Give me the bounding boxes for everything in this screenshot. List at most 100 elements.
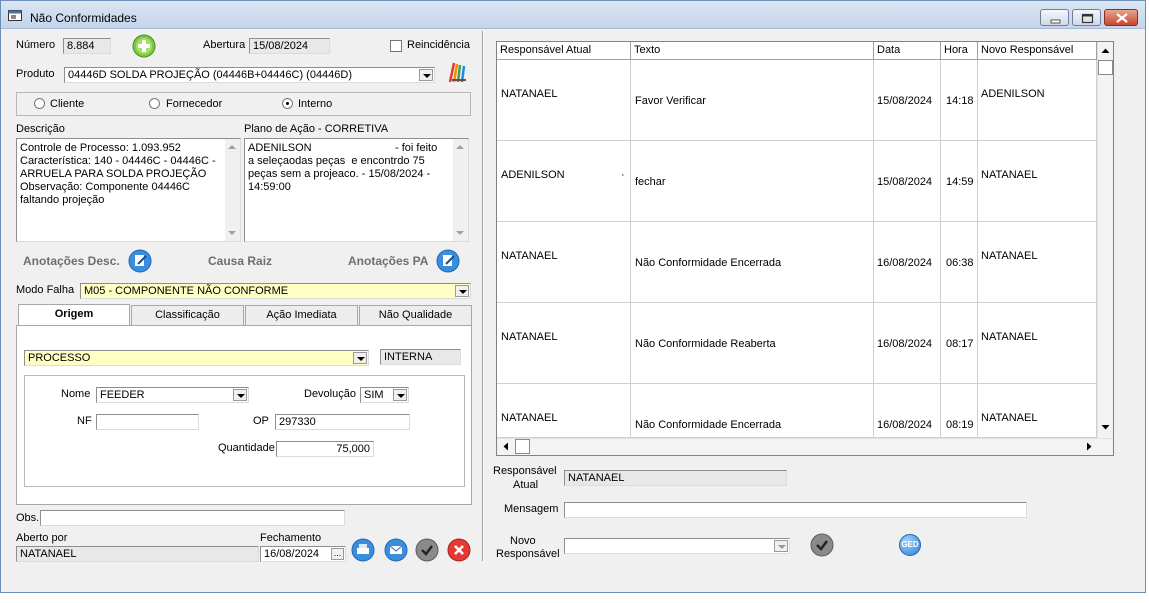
close-window-button[interactable]: [1104, 9, 1138, 26]
grid-cell[interactable]: 16/08/2024: [874, 222, 941, 303]
arrow-down-icon: [1101, 425, 1110, 430]
grid-cell[interactable]: 15/08/2024: [874, 60, 941, 141]
tab-classificacao[interactable]: Classificação: [131, 305, 244, 325]
grid-cell[interactable]: Favor Verificar: [631, 60, 874, 141]
cancel-icon[interactable]: [447, 538, 471, 562]
nf-input[interactable]: [96, 414, 199, 430]
arrow-up-icon: [1101, 48, 1110, 53]
radio-fornecedor-label: Fornecedor: [166, 98, 223, 110]
grid-cell[interactable]: Não Conformidade Encerrada: [631, 384, 874, 438]
grid-cell[interactable]: ADENILSON: [978, 60, 1097, 141]
grid-cell[interactable]: 16/08/2024: [874, 384, 941, 438]
plano-rest: a seleçaodas peças e encontrdo 75 peças …: [248, 155, 431, 193]
chevron-down-icon[interactable]: [393, 389, 407, 401]
scroll-thumb[interactable]: [515, 439, 530, 454]
table-row[interactable]: ADENILSON ·: [497, 141, 631, 222]
descricao-textarea[interactable]: Controle de Processo: 1.093.952 Caracter…: [16, 138, 241, 242]
column-header-texto[interactable]: Texto: [631, 42, 874, 60]
history-grid[interactable]: Responsável Atual Texto Data Hora Novo R…: [496, 41, 1114, 456]
note-edit-icon[interactable]: [128, 249, 152, 273]
chevron-down-icon[interactable]: [233, 389, 247, 401]
reincidencia-checkbox[interactable]: [390, 40, 402, 52]
modo-falha-select[interactable]: M05 - COMPONENTE NÃO CONFORME: [80, 283, 471, 299]
grid-cell-responsavel: NATANAEL: [501, 331, 558, 343]
grid-cell[interactable]: 06:38: [941, 222, 978, 303]
obs-input[interactable]: [40, 510, 345, 526]
chevron-down-icon[interactable]: [353, 352, 367, 364]
chevron-down-icon[interactable]: [455, 285, 469, 297]
tab-nao-qualidade[interactable]: Não Qualidade: [359, 305, 472, 325]
grid-cell[interactable]: Não Conformidade Reaberta: [631, 303, 874, 384]
date-picker-button[interactable]: ...: [331, 548, 344, 560]
causa-raiz-link[interactable]: Causa Raiz: [208, 254, 272, 268]
grid-cell[interactable]: 14:18: [941, 60, 978, 141]
mensagem-input[interactable]: [564, 502, 1027, 518]
numero-field[interactable]: 8.884: [63, 38, 111, 54]
descricao-text: Controle de Processo: 1.093.952 Caracter…: [20, 142, 216, 206]
radio-cliente[interactable]: [34, 98, 45, 109]
palette-icon[interactable]: [446, 60, 468, 84]
ged-button[interactable]: GED: [899, 534, 921, 556]
produto-select[interactable]: 04446D SOLDA PROJEÇÃO (04446B+04446C) (0…: [64, 67, 435, 83]
fechamento-date-input[interactable]: 16/08/2024 ...: [260, 546, 346, 562]
table-row[interactable]: NATANAEL: [497, 60, 631, 141]
grid-cell[interactable]: 14:59: [941, 141, 978, 222]
column-header-responsavel[interactable]: Responsável Atual: [497, 42, 631, 60]
minimize-button[interactable]: [1040, 9, 1069, 26]
scroll-up-button[interactable]: [1098, 43, 1113, 58]
plano-textarea[interactable]: ADENILSON - foi feito a seleçaodas peças …: [244, 138, 469, 242]
grid-cell-data: 16/08/2024: [877, 338, 933, 350]
column-header-data[interactable]: Data: [874, 42, 941, 60]
op-input[interactable]: 297330: [275, 414, 410, 430]
abertura-field[interactable]: 15/08/2024: [249, 38, 330, 54]
grid-cell[interactable]: NATANAEL: [978, 384, 1097, 438]
grid-cell[interactable]: 15/08/2024: [874, 141, 941, 222]
grid-cell[interactable]: NATANAEL: [978, 303, 1097, 384]
chevron-down-icon[interactable]: [774, 540, 788, 552]
tab-acao-imediata[interactable]: Ação Imediata: [245, 305, 358, 325]
add-icon[interactable]: [132, 34, 156, 58]
descricao-scrollbar[interactable]: [225, 139, 240, 241]
grid-cell[interactable]: 08:19: [941, 384, 978, 438]
radio-interno-label: Interno: [298, 98, 333, 110]
plano-scrollbar[interactable]: [453, 139, 468, 241]
op-label: OP: [253, 415, 269, 427]
grid-cell[interactable]: 16/08/2024: [874, 303, 941, 384]
grid-cell-data: 16/08/2024: [877, 419, 933, 431]
anotacoes-pa-link[interactable]: Anotações PA: [348, 254, 428, 268]
column-header-novo[interactable]: Novo Responsável: [978, 42, 1097, 60]
tab-origem[interactable]: Origem: [18, 304, 130, 326]
novo-resp-select[interactable]: [564, 538, 790, 554]
note-edit-icon[interactable]: [436, 249, 460, 273]
grid-cell[interactable]: Não Conformidade Encerrada: [631, 222, 874, 303]
table-row[interactable]: NATANAEL: [497, 222, 631, 303]
radio-fornecedor[interactable]: [149, 98, 160, 109]
grid-cell[interactable]: 08:17: [941, 303, 978, 384]
email-icon[interactable]: [384, 538, 408, 562]
column-header-hora[interactable]: Hora: [941, 42, 978, 60]
grid-cell[interactable]: NATANAEL: [978, 222, 1097, 303]
grid-cell-novo: NATANAEL: [981, 331, 1038, 343]
grid-cell[interactable]: NATANAEL: [978, 141, 1097, 222]
scroll-down-button[interactable]: [1098, 420, 1113, 435]
grid-horizontal-scrollbar[interactable]: [497, 438, 1113, 455]
confirm-icon[interactable]: [810, 533, 834, 557]
confirm-icon[interactable]: [415, 538, 439, 562]
nome-select[interactable]: FEEDER: [96, 387, 249, 403]
quantidade-input[interactable]: 75,000: [276, 441, 374, 457]
table-row[interactable]: NATANAEL: [497, 303, 631, 384]
scroll-right-button[interactable]: [1082, 439, 1097, 454]
maximize-button[interactable]: [1072, 9, 1101, 26]
devolucao-select[interactable]: SIM: [360, 387, 409, 403]
grid-cell[interactable]: fechar: [631, 141, 874, 222]
origem-tipo-select[interactable]: PROCESSO: [24, 350, 369, 366]
table-row[interactable]: NATANAEL: [497, 384, 631, 438]
scroll-thumb[interactable]: [1098, 60, 1113, 75]
scroll-left-button[interactable]: [498, 439, 513, 454]
printer-icon[interactable]: [351, 538, 375, 562]
radio-interno[interactable]: [282, 98, 293, 109]
anotacoes-desc-link[interactable]: Anotações Desc.: [23, 254, 120, 268]
chevron-down-icon[interactable]: [419, 69, 433, 81]
main-window: Não Conformidades Número 8.884 Abertura …: [0, 0, 1146, 593]
grid-vertical-scrollbar[interactable]: [1097, 42, 1113, 438]
